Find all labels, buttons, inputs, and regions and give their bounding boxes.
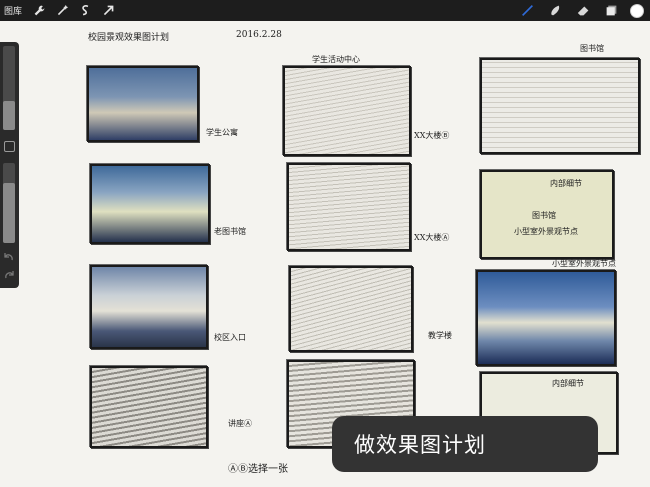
- magic-wand-icon[interactable]: [53, 2, 71, 20]
- sketch-old-library: [90, 164, 210, 244]
- sketch-teaching-building: [289, 266, 413, 352]
- eraser-icon[interactable]: [574, 2, 592, 20]
- sheet-title: 校园景观效果图计划: [88, 33, 170, 43]
- wrench-icon[interactable]: [30, 2, 48, 20]
- color-picker-button[interactable]: [630, 3, 644, 18]
- right-tool-group: [518, 0, 644, 21]
- note-row2-left: 老图书馆: [214, 227, 246, 236]
- gallery-button[interactable]: 图库: [4, 4, 22, 17]
- top-toolbar: 图库: [0, 0, 650, 21]
- note-col3-r3-top: 小型室外景观节点: [552, 259, 616, 268]
- sketch-student-dorm: [87, 66, 199, 142]
- opacity-level: [3, 183, 15, 243]
- sketch-building-a: [287, 163, 411, 251]
- note-top-mid: 学生活动中心: [312, 55, 360, 64]
- note-row1-right: XX大楼Ⓑ: [414, 131, 450, 140]
- selection-icon[interactable]: [76, 2, 94, 20]
- brush-size-level: [3, 100, 15, 130]
- sketch-library-1: [480, 58, 640, 154]
- modify-button[interactable]: [4, 141, 15, 152]
- opacity-slider[interactable]: [3, 163, 15, 243]
- redo-icon[interactable]: [4, 270, 14, 280]
- brush-size-slider[interactable]: [3, 46, 15, 130]
- note-row3-left: 校区入口: [214, 333, 246, 342]
- note-footer: ⒶⒷ选择一张: [228, 464, 288, 475]
- note-row1-left: 学生公寓: [206, 128, 238, 137]
- transform-arrow-icon[interactable]: [99, 2, 117, 20]
- note-row2-right: XX大楼Ⓐ: [414, 233, 450, 242]
- smudge-icon[interactable]: [546, 2, 564, 20]
- note-row4-left: 讲座Ⓐ: [228, 419, 252, 428]
- note-col3-r2-b: 图书馆: [532, 211, 556, 220]
- note-col3-r2-c: 小型室外景观节点: [514, 227, 578, 236]
- sketch-campus-entrance: [90, 265, 208, 349]
- brush-sidebar: [0, 42, 19, 288]
- note-col3-r2-a: 内部细节: [550, 179, 582, 188]
- sheet-date: 2016.2.28: [236, 30, 282, 40]
- note-row3-mid: 教学楼: [428, 331, 452, 340]
- sketch-library-color: [476, 270, 616, 366]
- note-top-right: 图书馆: [580, 44, 604, 53]
- brush-icon[interactable]: [518, 2, 536, 20]
- undo-icon[interactable]: [4, 252, 14, 262]
- caption-overlay: 做效果图计划: [332, 416, 598, 472]
- sketch-activity-center: [283, 66, 411, 156]
- layers-icon[interactable]: [602, 2, 620, 20]
- note-col3-r4: 内部细节: [552, 379, 584, 388]
- sketch-lecture-hall: [90, 366, 208, 448]
